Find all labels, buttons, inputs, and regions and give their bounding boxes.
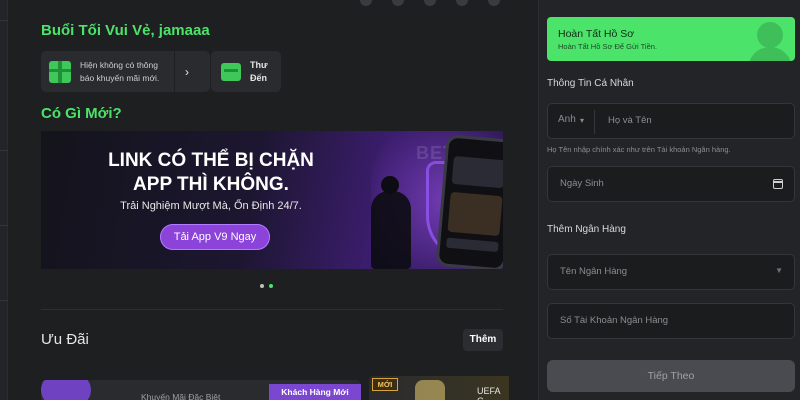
banner-headline: LINK CÓ THỂ BỊ CHẶN APP THÌ KHÔNG. [108,150,314,195]
bank-name-select[interactable]: Tên Ngân Hàng ▼ [547,254,795,290]
complete-profile-subtitle: Hoàn Tất Hồ Sơ Để Gửi Tiền. [558,42,658,51]
offer-card-title: Khuyến Mãi Đặc Biệt [141,392,221,400]
phone-screen-block [451,155,503,189]
promo-banner[interactable]: BET V9 LINK CÓ THỂ BỊ CHẶN APP THÌ KHÔNG… [41,131,503,269]
rail-divider [0,300,8,301]
app-root: Buổi Tối Vui Vẻ, jamaaa Hiện không có th… [0,0,800,400]
dob-input[interactable]: Ngày Sinh [560,178,604,189]
inbox-label: Thư Đến [250,59,268,83]
banner-subline: Trải Nghiệm Mượt Mà, Ổn Định 24/7. [120,200,302,212]
offers-more-button[interactable]: Thêm [463,329,503,351]
avatar-icon-body [748,47,792,61]
bank-section-heading: Thêm Ngân Hàng [547,224,626,235]
inbox-button[interactable]: Thư Đến [211,51,281,92]
chevron-right-icon[interactable]: › [175,65,199,79]
fullname-field[interactable]: Anh ▾ Họ và Tên [547,103,795,139]
rail-divider [0,225,8,226]
avatar-icon [757,22,783,48]
greeting-heading: Buổi Tối Vui Vẻ, jamaaa [41,22,210,39]
chevron-down-icon: ▾ [580,116,585,125]
promo-notice-text: Hiện không có thông báo khuyến mãi mới. [80,59,160,83]
account-number-field[interactable]: Số Tài Khoản Ngân Hàng [547,303,795,339]
main-content: Buổi Tối Vui Vẻ, jamaaa Hiện không có th… [8,0,532,400]
player-silhouette [371,191,411,269]
carousel-dot-active[interactable] [269,284,273,288]
offer-card-text: UEFA C... [477,386,501,400]
dob-field[interactable]: Ngày Sinh [547,166,795,202]
offer-card-new-customer[interactable]: Khuyến Mãi Đặc Biệt Khách Hàng Mới [41,380,361,400]
carousel-dots [260,284,273,288]
chevron-down-icon: ▼ [775,266,783,275]
field-separator [594,110,595,134]
offer-card-tag: Khách Hàng Mới [269,384,361,400]
carousel-dot[interactable] [260,284,264,288]
robot-mascot-icon [41,380,91,400]
personal-info-heading: Thông Tin Cá Nhân [547,78,634,89]
title-select[interactable]: Anh [558,114,576,125]
whats-new-heading: Có Gì Mới? [41,105,122,122]
complete-profile-banner[interactable]: Hoàn Tất Hồ Sơ Hoàn Tất Hồ Sơ Để Gửi Tiề… [547,17,795,61]
section-divider [41,309,503,310]
download-app-button[interactable]: Tải App V9 Ngay [160,224,270,250]
rail-divider [0,20,8,21]
calendar-icon[interactable] [773,179,783,189]
phone-screen-block [447,191,503,237]
bank-name-placeholder: Tên Ngân Hàng [560,266,628,277]
inbox-icon [221,62,241,81]
account-number-input[interactable]: Số Tài Khoản Ngân Hàng [560,315,668,326]
trophy-icon [415,380,445,400]
new-badge: MỚI [372,378,398,391]
fullname-input[interactable]: Họ và Tên [608,115,652,126]
fullname-hint: Họ Tên nhập chính xác như trên Tài khoản… [547,145,731,154]
phone-mockup [435,134,503,269]
offer-card-uefa[interactable]: MỚI UEFA C... [369,376,509,400]
complete-profile-title: Hoàn Tất Hồ Sơ [558,28,635,40]
next-button[interactable]: Tiếp Theo [547,360,795,392]
rail-divider [0,150,8,151]
phone-screen-block [446,237,499,253]
profile-panel: Hoàn Tất Hồ Sơ Hoàn Tất Hồ Sơ Để Gửi Tiề… [538,0,800,400]
promo-notice-card[interactable]: Hiện không có thông báo khuyến mãi mới. … [41,51,210,92]
gift-icon [49,60,71,83]
left-rail [0,0,8,400]
offers-heading: Ưu Đãi [41,331,89,348]
